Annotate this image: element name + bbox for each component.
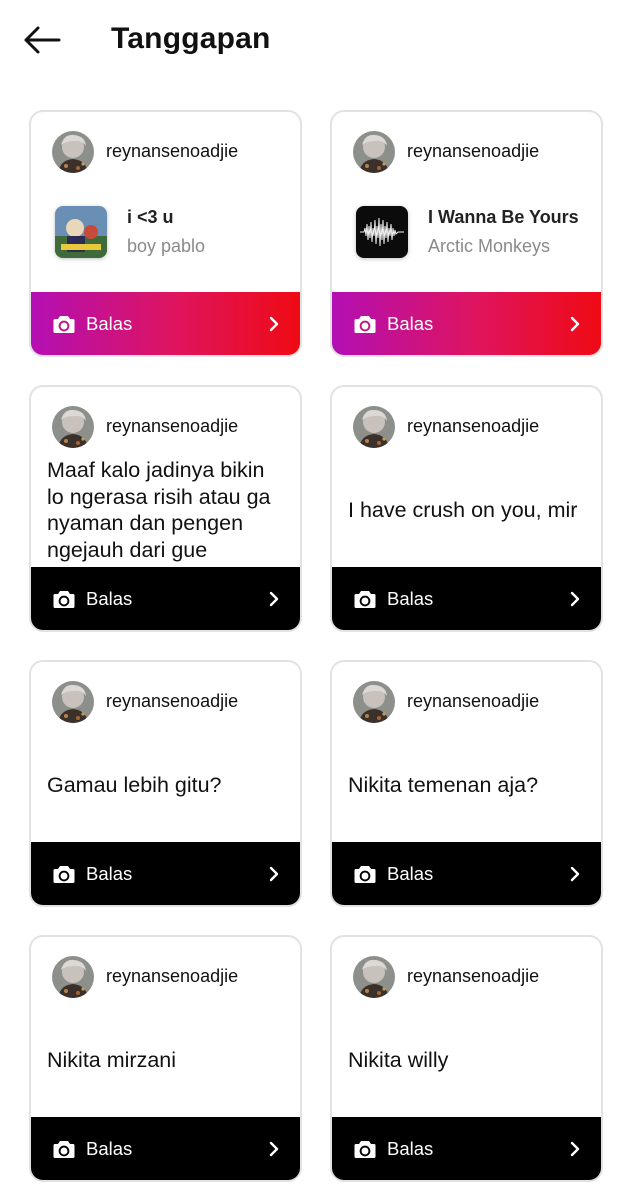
reply-label: Balas (387, 862, 434, 884)
song-artist: Arctic Monkeys (428, 236, 551, 256)
reply-label: Balas (86, 312, 133, 334)
card-header: reynansenoadjie (353, 129, 539, 174)
arrow-left-icon (24, 26, 61, 54)
card-header: reynansenoadjie (52, 129, 238, 174)
back-button[interactable] (22, 24, 62, 56)
card-header: reynansenoadjie (52, 679, 238, 724)
reply-button[interactable]: Balas (332, 567, 601, 630)
response-card: reynansenoadjie Gamau lebih gitu? Balas (29, 660, 302, 907)
card-header: reynansenoadjie (353, 954, 539, 999)
response-card: reynansenoadjie I have crush on you, mir… (330, 385, 603, 632)
response-card: reynansenoadjie Nikita willy Balas (330, 935, 603, 1182)
message-text: Nikita mirzani (47, 1048, 177, 1072)
reply-label: Balas (86, 587, 133, 609)
camera-icon (53, 589, 75, 609)
avatar[interactable] (353, 681, 395, 723)
avatar[interactable] (353, 406, 395, 448)
username[interactable]: reynansenoadjie (407, 691, 539, 712)
reply-button[interactable]: Balas (31, 567, 300, 630)
reply-button[interactable]: Balas (332, 1117, 601, 1180)
card-header: reynansenoadjie (52, 954, 238, 999)
camera-icon (354, 864, 376, 884)
camera-icon (53, 864, 75, 884)
chevron-right-icon (570, 1141, 580, 1156)
response-card: reynansenoadjie Maaf kalo jadinya bikin … (29, 385, 302, 632)
camera-icon (354, 315, 376, 333)
album-art (356, 206, 408, 258)
message-text: Gamau lebih gitu? (47, 773, 222, 797)
reply-label: Balas (387, 1137, 434, 1159)
message-text: I have crush on you, mir (348, 498, 578, 522)
top-bar: Tanggapan (0, 0, 630, 80)
username[interactable]: reynansenoadjie (106, 966, 238, 987)
username[interactable]: reynansenoadjie (407, 966, 539, 987)
camera-icon (354, 589, 376, 609)
response-card: reynansenoadjie Nikita mirzani Balas (29, 935, 302, 1182)
song-title: I Wanna Be Yours (428, 207, 579, 227)
song-title: i <3 u (127, 207, 174, 227)
chevron-right-icon (269, 591, 279, 606)
card-header: reynansenoadjie (52, 404, 238, 449)
message-text: Nikita temenan aja? (348, 773, 539, 797)
message-text: Nikita willy (348, 1048, 449, 1072)
reply-button[interactable]: Balas (31, 292, 300, 355)
avatar[interactable] (353, 956, 395, 998)
avatar[interactable] (52, 406, 94, 448)
music-row: i <3 u boy pablo (55, 204, 205, 260)
response-card: reynansenoadjie Nikita temenan aja? Bala… (330, 660, 603, 907)
album-art (55, 206, 107, 258)
reply-button[interactable]: Balas (31, 842, 300, 905)
reply-button[interactable]: Balas (31, 1117, 300, 1180)
camera-icon (354, 1139, 376, 1159)
chevron-right-icon (570, 591, 580, 606)
reply-label: Balas (86, 862, 133, 884)
chevron-right-icon (269, 316, 279, 331)
chevron-right-icon (570, 866, 580, 881)
reply-label: Balas (86, 1137, 133, 1159)
avatar[interactable] (52, 131, 94, 173)
song-artist: boy pablo (127, 236, 206, 256)
reply-button[interactable]: Balas (332, 292, 601, 355)
camera-icon (53, 315, 75, 333)
chevron-right-icon (269, 866, 279, 881)
card-header: reynansenoadjie (353, 404, 539, 449)
avatar[interactable] (52, 956, 94, 998)
card-header: reynansenoadjie (353, 679, 539, 724)
username[interactable]: reynansenoadjie (106, 416, 238, 437)
username[interactable]: reynansenoadjie (407, 141, 539, 162)
username[interactable]: reynansenoadjie (407, 416, 539, 437)
avatar[interactable] (52, 681, 94, 723)
response-card: reynansenoadjie i <3 u boy pablo Balas (29, 110, 302, 357)
reply-label: Balas (387, 312, 434, 334)
reply-button[interactable]: Balas (332, 842, 601, 905)
page-title: Tanggapan (111, 22, 271, 55)
reply-label: Balas (387, 587, 434, 609)
username[interactable]: reynansenoadjie (106, 141, 238, 162)
music-row: I Wanna Be Yours Arctic Monkeys (356, 204, 579, 260)
avatar[interactable] (353, 131, 395, 173)
response-card: reynansenoadjie I Wanna Be Yours Arctic … (330, 110, 603, 357)
username[interactable]: reynansenoadjie (106, 691, 238, 712)
camera-icon (53, 1139, 75, 1159)
message-text: Maaf kalo jadinya bikin lo ngerasa risih… (47, 458, 271, 562)
chevron-right-icon (269, 1141, 279, 1156)
chevron-right-icon (570, 316, 580, 331)
